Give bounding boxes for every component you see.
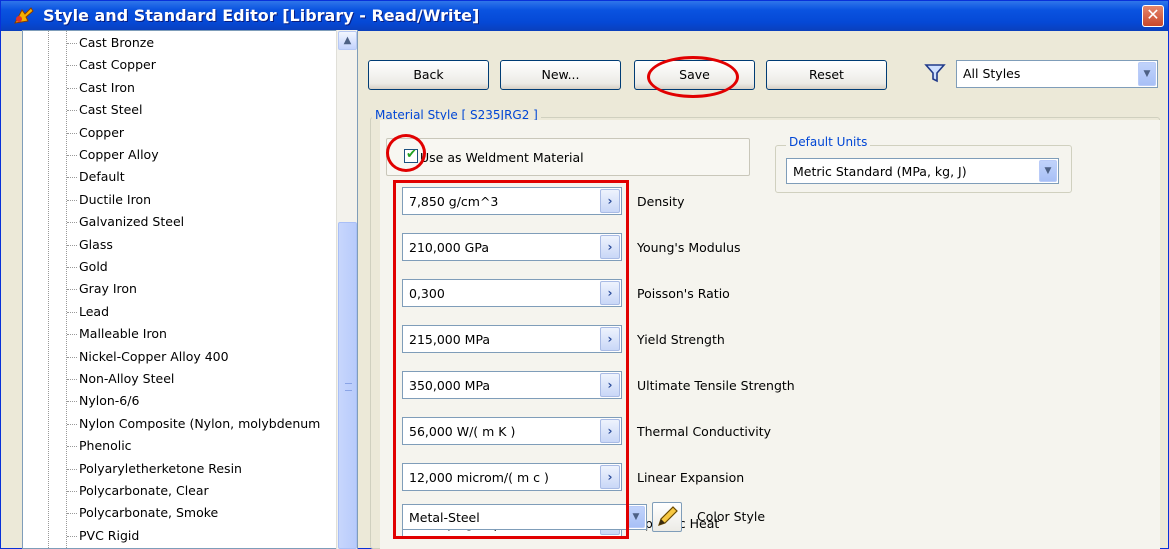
- tree-item[interactable]: Default: [67, 167, 125, 187]
- edit-color-button[interactable]: [652, 502, 682, 532]
- style-filter-value: All Styles: [963, 66, 1021, 81]
- grip-icon: [345, 383, 352, 391]
- annotation-rectangle: [393, 180, 629, 539]
- filter-icon[interactable]: [924, 62, 946, 84]
- window-title: Style and Standard Editor [Library - Rea…: [43, 6, 480, 25]
- chevron-down-icon[interactable]: ▼: [627, 506, 645, 528]
- close-button[interactable]: ✕: [1142, 5, 1164, 27]
- scroll-up-button[interactable]: ▲: [338, 31, 357, 50]
- tree-item[interactable]: PVC Rigid: [67, 526, 139, 546]
- tree-item[interactable]: Gray Iron: [67, 279, 137, 299]
- property-label: Yield Strength: [637, 332, 725, 347]
- tree-item[interactable]: Copper Alloy: [67, 145, 159, 165]
- annotation-oval-save: [647, 56, 739, 98]
- units-select[interactable]: Metric Standard (MPa, kg, J) ▼: [786, 158, 1059, 184]
- property-label: Young's Modulus: [637, 240, 741, 255]
- tree-item[interactable]: Polycarbonate, Clear: [67, 481, 209, 501]
- reset-button[interactable]: Reset: [766, 60, 887, 90]
- property-label: Ultimate Tensile Strength: [637, 378, 795, 393]
- property-label: Thermal Conductivity: [637, 424, 772, 439]
- units-value: Metric Standard (MPa, kg, J): [793, 164, 967, 179]
- tree-item[interactable]: Cast Steel: [67, 100, 142, 120]
- scroll-thumb[interactable]: [338, 222, 357, 549]
- tree-item[interactable]: Cast Copper: [67, 55, 156, 75]
- annotation-oval-checkbox: [386, 134, 426, 172]
- tree-item[interactable]: Polyaryletherketone Resin: [67, 459, 242, 479]
- tree-item[interactable]: Nylon Composite (Nylon, molybdenum: [67, 414, 320, 434]
- property-label: Linear Expansion: [637, 470, 745, 485]
- tree-item[interactable]: Gold: [67, 257, 108, 277]
- tree-item[interactable]: Galvanized Steel: [67, 212, 184, 232]
- tree-item[interactable]: Malleable Iron: [67, 324, 167, 344]
- tree-item[interactable]: Ductile Iron: [67, 190, 151, 210]
- material-tree[interactable]: Cast Bronze Cast Copper Cast Iron Cast Stee…: [22, 30, 358, 549]
- default-units-label: Default Units: [786, 135, 871, 149]
- weldment-label: Use as Weldment Material: [420, 150, 584, 165]
- chevron-down-icon[interactable]: ▼: [1138, 62, 1156, 86]
- color-style-label: Color Style: [697, 509, 766, 524]
- tree-item[interactable]: Copper: [67, 123, 124, 143]
- tree-item[interactable]: Phenolic: [67, 436, 132, 456]
- tree-guide-line: [48, 31, 49, 548]
- tree-item[interactable]: Cast Iron: [67, 78, 135, 98]
- back-button[interactable]: Back: [368, 60, 489, 90]
- tree-item[interactable]: Polycarbonate, Smoke: [67, 503, 218, 523]
- chevron-down-icon[interactable]: ▼: [1039, 160, 1057, 182]
- tree-item[interactable]: Lead: [67, 302, 109, 322]
- property-label: Poisson's Ratio: [637, 286, 730, 301]
- tree-item[interactable]: Non-Alloy Steel: [67, 369, 174, 389]
- style-filter-select[interactable]: All Styles ▼: [956, 60, 1158, 88]
- tree-item[interactable]: Glass: [67, 235, 113, 255]
- pencil-icon: [658, 506, 678, 526]
- new-button[interactable]: New...: [500, 60, 621, 90]
- tree-item[interactable]: Cast Bronze: [67, 33, 154, 53]
- property-label: Density: [637, 194, 685, 209]
- title-bar[interactable]: Style and Standard Editor [Library - Rea…: [1, 1, 1168, 31]
- app-icon: [14, 7, 34, 24]
- tree-scrollbar[interactable]: ▲: [336, 30, 357, 549]
- tree-item[interactable]: Nylon-6/6: [67, 391, 139, 411]
- tree-item[interactable]: Nickel-Copper Alloy 400: [67, 347, 229, 367]
